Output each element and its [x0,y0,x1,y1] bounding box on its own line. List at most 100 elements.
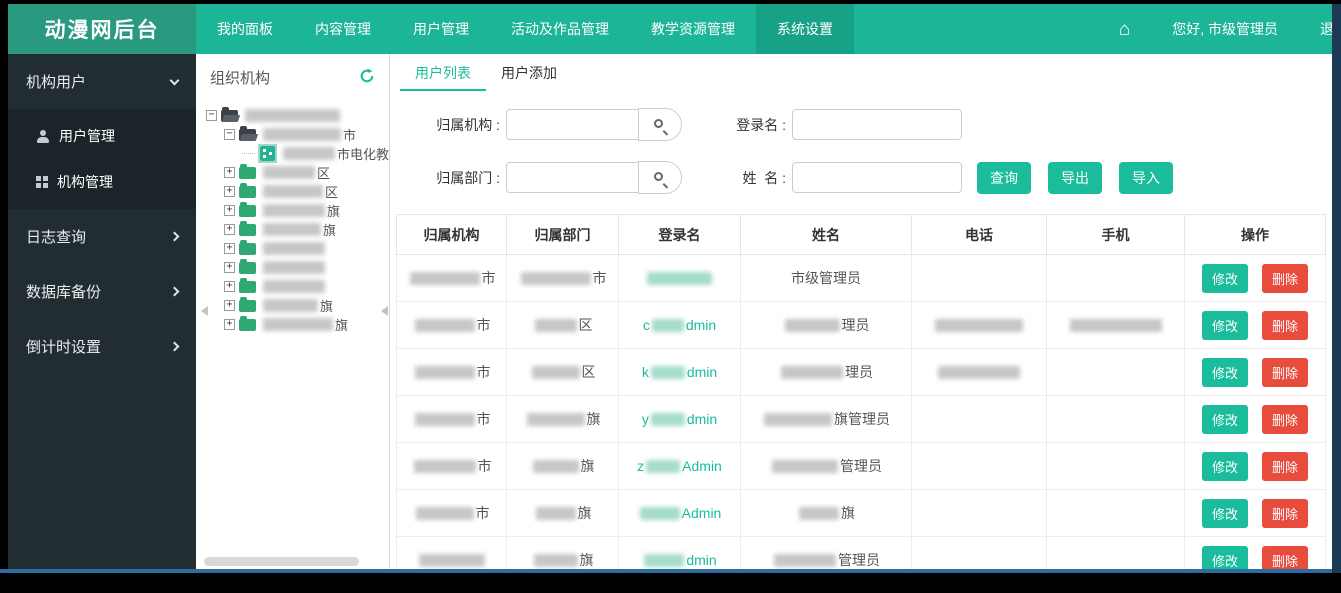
tree-node[interactable]: +旗 [206,220,389,239]
nav-item[interactable]: 内容管理 [294,4,392,54]
sidebar-group-label: 日志查询 [26,226,86,247]
actions-cell: 修改删除 [1185,443,1326,490]
table-row: 市市市级管理员修改删除 [397,255,1326,302]
edit-button[interactable]: 修改 [1202,358,1248,387]
app-logo: 动漫网后台 [8,4,196,54]
table-cell: 市 [397,349,507,396]
logout-link[interactable]: 退出 [1320,19,1332,39]
window-bottom-border [0,569,1341,573]
sidebar-group[interactable]: 机构用户 [8,54,196,109]
expand-toggle[interactable]: + [224,300,235,311]
edit-button[interactable]: 修改 [1202,499,1248,528]
home-icon[interactable]: ⌂ [1119,20,1130,39]
collapse-left-icon[interactable] [196,306,208,316]
tree-node[interactable]: −市 [206,125,389,144]
cell-text [936,364,1022,380]
search-icon [654,119,663,128]
tree-node[interactable]: +旗 [206,201,389,220]
tab-active[interactable]: 用户列表 [400,54,486,91]
dept-search-button[interactable] [638,161,682,194]
table-cell: 旗 [507,443,619,490]
actions-cell: 修改删除 [1185,349,1326,396]
expand-toggle[interactable]: + [224,224,235,235]
nav-item[interactable]: 教学资源管理 [630,4,756,54]
expand-toggle[interactable]: + [224,205,235,216]
table-cell [1047,255,1185,302]
sidebar-item[interactable]: 用户管理 [8,113,196,159]
nav-item[interactable]: 活动及作品管理 [490,4,630,54]
delete-button[interactable]: 删除 [1262,264,1308,293]
expand-toggle[interactable]: + [224,281,235,292]
tree-node[interactable]: +旗 [206,296,389,315]
redacted-text [799,507,839,520]
nav-item[interactable]: 用户管理 [392,4,490,54]
org-search-button[interactable] [638,108,682,141]
import-button[interactable]: 导入 [1119,162,1173,194]
edit-button[interactable]: 修改 [1202,264,1248,293]
redacted-text [263,280,325,293]
nav-item[interactable]: 我的面板 [196,4,294,54]
tree-node[interactable]: + [206,258,389,277]
collapse-toggle[interactable]: − [206,110,217,121]
delete-button[interactable]: 删除 [1262,546,1308,570]
tree-node[interactable]: + [206,239,389,258]
redacted-text [263,166,315,179]
redacted-text [414,460,476,473]
cell-text: 旗 [532,552,594,568]
tree-node[interactable]: +区 [206,182,389,201]
edit-button[interactable]: 修改 [1202,405,1248,434]
cell-text: 市级管理员 [791,270,861,286]
query-button[interactable]: 查询 [977,162,1031,194]
collapse-toggle[interactable]: − [224,129,235,140]
expand-toggle[interactable]: + [224,186,235,197]
expand-toggle[interactable]: + [224,319,235,330]
redacted-text [938,366,1020,379]
export-button[interactable]: 导出 [1048,162,1102,194]
chevron-right-icon [170,342,180,352]
sidebar-group[interactable]: 日志查询 [8,209,196,264]
tree-node[interactable]: − [206,106,389,125]
horizontal-scrollbar[interactable] [204,557,359,566]
sidebar-group[interactable]: 数据库备份 [8,264,196,319]
filter-row-2: 归属部门 : 姓 名 : 查询导出导入 [418,161,1332,194]
folder-icon [239,243,256,255]
redacted-text [263,318,333,331]
dept-filter-input[interactable] [506,162,641,193]
cell-text: 市 [413,364,491,380]
expand-toggle[interactable]: + [224,167,235,178]
tree-node[interactable]: 市电化教 [206,144,389,163]
expand-toggle[interactable]: + [224,243,235,254]
edit-button[interactable]: 修改 [1202,452,1248,481]
tree-node[interactable]: + [206,277,389,296]
expand-toggle[interactable]: + [224,262,235,273]
sidebar-item[interactable]: 机构管理 [8,159,196,205]
cell-text: 市 [414,505,490,521]
tree-node[interactable]: +区 [206,163,389,182]
tab-item[interactable]: 用户添加 [486,54,572,91]
search-icon [654,172,663,181]
table-cell: zAdmin [619,443,741,490]
delete-button[interactable]: 删除 [1262,499,1308,528]
refresh-icon[interactable] [359,68,375,88]
org-filter-input[interactable] [506,109,641,140]
tree-node[interactable]: +旗 [206,315,389,334]
folder-icon [239,262,256,274]
filter-buttons: 查询导出导入 [977,162,1173,194]
org-tree: −−市市电化教+区+区+旗+旗++++旗+旗 [196,98,389,334]
collapse-right-icon[interactable] [376,306,388,316]
sidebar-group[interactable]: 倒计时设置 [8,319,196,374]
table-cell: 市 [397,302,507,349]
delete-button[interactable]: 删除 [1262,452,1308,481]
name-filter-input[interactable] [792,162,962,193]
content-tabs: 用户列表用户添加 [390,54,1332,91]
edit-button[interactable]: 修改 [1202,546,1248,570]
cell-text: zAdmin [637,458,722,474]
delete-button[interactable]: 删除 [1262,405,1308,434]
sidebar-group-label: 机构用户 [26,71,86,92]
nav-item[interactable]: 系统设置 [756,4,854,54]
redacted-text [415,366,475,379]
login-filter-input[interactable] [792,109,962,140]
edit-button[interactable]: 修改 [1202,311,1248,340]
delete-button[interactable]: 删除 [1262,358,1308,387]
delete-button[interactable]: 删除 [1262,311,1308,340]
